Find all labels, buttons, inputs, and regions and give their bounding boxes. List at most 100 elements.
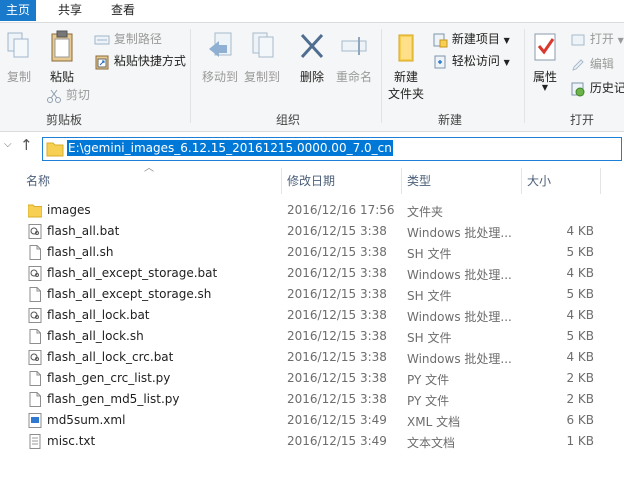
- file-row[interactable]: flash_gen_md5_list.py 2016/12/15 3:38 PY 文…: [24, 389, 600, 410]
- file-type: SH 文件: [407, 289, 452, 303]
- open-button[interactable]: 打开 ▼: [570, 30, 624, 48]
- file-modified-date: 2016/12/16 17:56: [287, 203, 395, 217]
- file-type: 文件夹: [407, 205, 444, 219]
- file-row[interactable]: flash_all_except_storage.bat 2016/12/15 3…: [24, 263, 600, 284]
- file-icon: [28, 371, 42, 386]
- column-divider[interactable]: [281, 168, 282, 194]
- column-header-size[interactable]: 大小: [527, 172, 551, 189]
- file-row[interactable]: flash_all_lock_crc.bat 2016/12/15 3:38 Win…: [24, 347, 600, 368]
- paste-shortcut-icon: [95, 55, 109, 69]
- file-name: flash_all_lock.sh: [47, 329, 144, 343]
- file-name: flash_all.sh: [47, 245, 114, 259]
- file-name: flash_all_lock_crc.bat: [47, 350, 174, 364]
- file-modified-date: 2016/12/15 3:38: [287, 266, 387, 280]
- open-group-label: 打开: [570, 113, 595, 127]
- column-header-modified[interactable]: 修改日期: [287, 172, 335, 189]
- file-type: SH 文件: [407, 331, 452, 345]
- tab-share[interactable]: 共享: [52, 0, 88, 21]
- file-modified-date: 2016/12/15 3:38: [287, 308, 387, 322]
- delete-x-icon: [300, 33, 324, 59]
- new-folder-icon: [398, 34, 414, 62]
- up-arrow-icon[interactable]: ↑: [20, 136, 33, 154]
- new-item-button[interactable]: 新建项目 ▼: [432, 30, 510, 48]
- column-header-name[interactable]: 名称: [26, 172, 50, 189]
- file-size: 2 KB: [566, 371, 594, 385]
- file-row[interactable]: flash_all_except_storage.sh 2016/12/15 3:…: [24, 284, 600, 305]
- file-modified-date: 2016/12/15 3:38: [287, 329, 387, 343]
- file-modified-date: 2016/12/15 3:49: [287, 413, 387, 427]
- file-type: Windows 批处理...: [407, 226, 512, 240]
- file-size: 6 KB: [566, 413, 594, 427]
- properties-button[interactable]: 属性 ▼: [528, 31, 562, 92]
- copy-to-button[interactable]: 复制到: [242, 31, 282, 85]
- edit-button[interactable]: 编辑: [570, 55, 614, 73]
- file-size: 4 KB: [566, 350, 594, 364]
- column-divider[interactable]: [600, 168, 601, 194]
- cut-button[interactable]: 剪切: [46, 86, 90, 104]
- batch-file-icon: [28, 350, 42, 365]
- copy-path-button[interactable]: 复制路径: [94, 30, 162, 48]
- rename-button[interactable]: 重命名: [334, 31, 374, 85]
- edit-pencil-icon: [572, 58, 584, 71]
- history-button[interactable]: 历史记: [570, 79, 624, 97]
- file-name: md5sum.xml: [47, 413, 126, 427]
- tab-home[interactable]: 主页: [0, 0, 37, 21]
- history-icon: [571, 82, 585, 96]
- open-icon: [571, 34, 585, 45]
- address-bar[interactable]: E:\gemini_images_6.12.15_20161215.0000.0…: [42, 137, 622, 161]
- file-name: flash_all_except_storage.sh: [47, 287, 212, 301]
- file-row[interactable]: misc.txt 2016/12/15 3:49 文本文档 1 KB: [24, 431, 600, 452]
- clipboard-group-label: 剪贴板: [46, 113, 83, 127]
- file-row[interactable]: flash_gen_crc_list.py 2016/12/15 3:38 PY 文…: [24, 368, 600, 389]
- clipboard-icon: [51, 30, 73, 62]
- scissors-icon: [47, 89, 61, 103]
- file-name: flash_all_except_storage.bat: [47, 266, 218, 280]
- file-row[interactable]: images 2016/12/16 17:56 文件夹: [24, 200, 600, 221]
- column-divider[interactable]: [521, 168, 522, 194]
- file-modified-date: 2016/12/15 3:38: [287, 350, 387, 364]
- address-path[interactable]: E:\gemini_images_6.12.15_20161215.0000.0…: [67, 140, 393, 156]
- group-divider: [190, 29, 191, 123]
- file-row[interactable]: flash_all_lock.bat 2016/12/15 3:38 Windows…: [24, 305, 600, 326]
- file-size: 1 KB: [566, 434, 594, 448]
- file-modified-date: 2016/12/15 3:38: [287, 245, 387, 259]
- file-type: Windows 批处理...: [407, 310, 512, 324]
- column-header-type[interactable]: 类型: [407, 172, 431, 189]
- file-name: flash_gen_crc_list.py: [47, 371, 171, 385]
- navigation-bar: ⌵ ↑ E:\gemini_images_6.12.15_20161215.00…: [0, 133, 624, 161]
- rename-icon: [341, 37, 367, 55]
- file-type: XML 文档: [407, 415, 461, 429]
- move-to-button[interactable]: 移动到: [200, 31, 240, 85]
- copy-button[interactable]: 复制: [4, 31, 34, 85]
- file-type: Windows 批处理...: [407, 268, 512, 282]
- new-folder-button[interactable]: 新建 文件夹: [386, 31, 426, 102]
- recent-locations-chevron-icon[interactable]: ⌵: [4, 139, 12, 150]
- file-modified-date: 2016/12/15 3:49: [287, 434, 387, 448]
- file-size: 5 KB: [566, 287, 594, 301]
- file-row[interactable]: md5sum.xml 2016/12/15 3:49 XML 文档 6 KB: [24, 410, 600, 431]
- move-to-icon: [209, 32, 232, 57]
- delete-button[interactable]: 删除: [296, 31, 328, 85]
- paste-button[interactable]: 粘贴: [42, 29, 82, 85]
- easy-access-button[interactable]: 轻松访问 ▼: [432, 52, 510, 70]
- file-icon: [28, 245, 42, 260]
- file-name: flash_all.bat: [47, 224, 120, 238]
- tab-view[interactable]: 查看: [105, 0, 141, 21]
- file-type: SH 文件: [407, 247, 452, 261]
- file-modified-date: 2016/12/15 3:38: [287, 371, 387, 385]
- paste-shortcut-button[interactable]: 粘贴快捷方式: [94, 52, 186, 70]
- dropdown-arrow-icon: ▼: [617, 36, 624, 45]
- file-type: PY 文件: [407, 373, 450, 387]
- file-row[interactable]: flash_all.sh 2016/12/15 3:38 SH 文件 5 KB: [24, 242, 600, 263]
- file-type: Windows 批处理...: [407, 352, 512, 366]
- column-divider[interactable]: [401, 168, 402, 194]
- file-type: PY 文件: [407, 394, 450, 408]
- new-item-icon: [433, 33, 448, 47]
- file-row[interactable]: flash_all.bat 2016/12/15 3:38 Windows 批处理.…: [24, 221, 600, 242]
- file-icon: [28, 287, 42, 302]
- file-size: 5 KB: [566, 329, 594, 343]
- batch-file-icon: [28, 266, 42, 281]
- organize-group-label: 组织: [276, 113, 301, 127]
- xml-file-icon: [28, 413, 42, 428]
- file-row[interactable]: flash_all_lock.sh 2016/12/15 3:38 SH 文件 5 K…: [24, 326, 600, 347]
